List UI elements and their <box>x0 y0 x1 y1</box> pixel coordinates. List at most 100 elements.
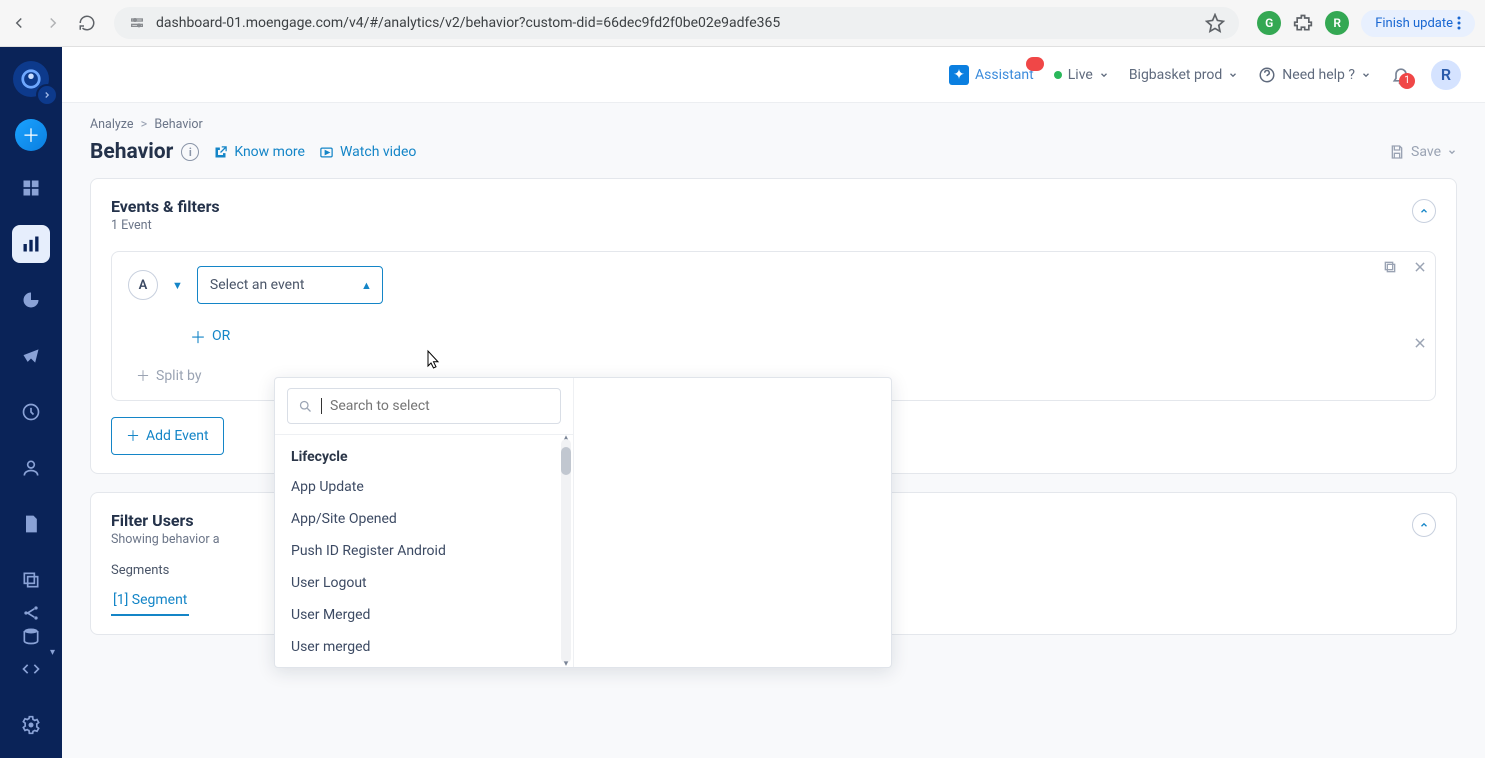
url-text: dashboard-01.moengage.com/v4/#/analytics… <box>156 15 1195 31</box>
brand-logo[interactable] <box>13 61 49 97</box>
breadcrumb-l2: Behavior <box>154 117 202 132</box>
dropdown-item[interactable]: Push ID Register Android <box>275 535 573 567</box>
workspace-label: Bigbasket prod <box>1129 67 1222 83</box>
external-link-icon <box>213 145 228 160</box>
main-content: ✦ Assistant Live Bigbasket prod Need hel… <box>62 47 1485 758</box>
save-label: Save <box>1411 144 1441 160</box>
dropdown-scrollbar[interactable]: ▴ ▾ <box>561 435 571 667</box>
assistant-label: Assistant <box>975 67 1034 83</box>
breadcrumb: Analyze > Behavior <box>90 117 1457 132</box>
site-settings-icon[interactable] <box>128 14 146 32</box>
info-icon[interactable]: i <box>181 143 199 161</box>
chevron-down-icon <box>1228 70 1238 80</box>
page-title: Behavior i <box>90 140 199 164</box>
sidebar-item-users[interactable] <box>12 449 50 487</box>
url-bar[interactable]: dashboard-01.moengage.com/v4/#/analytics… <box>114 7 1239 39</box>
dropdown-item[interactable]: User Merged <box>275 599 573 631</box>
dropdown-search-input[interactable] <box>287 388 561 424</box>
top-header: ✦ Assistant Live Bigbasket prod Need hel… <box>62 47 1485 103</box>
remove-event-icon[interactable] <box>1409 256 1431 278</box>
select-event-combobox[interactable]: Select an event ▲ <box>197 266 383 304</box>
assistant-icon: ✦ <box>949 65 969 85</box>
plus-icon: ＋ <box>190 324 206 348</box>
env-label: Live <box>1068 67 1093 83</box>
live-dot-icon <box>1054 71 1062 79</box>
forward-icon[interactable] <box>44 14 62 32</box>
dropdown-detail-panel <box>574 378 891 667</box>
add-event-button[interactable]: ＋ Add Event <box>111 417 224 455</box>
event-chip-caret[interactable]: ▼ <box>172 279 183 292</box>
select-event-placeholder: Select an event <box>210 277 305 293</box>
help-icon <box>1258 66 1276 84</box>
watch-video-link[interactable]: Watch video <box>319 144 416 160</box>
watch-video-label: Watch video <box>340 144 416 160</box>
copy-event-icon[interactable] <box>1379 256 1401 278</box>
chevron-down-icon <box>1447 147 1457 157</box>
need-help-label: Need help ? <box>1282 67 1355 83</box>
expand-sidebar-icon[interactable] <box>36 84 58 106</box>
sidebar-more-caret-icon[interactable]: ▾ <box>50 647 62 659</box>
segment-tab[interactable]: [1] Segment <box>111 586 189 616</box>
sidebar-item-settings[interactable] <box>12 706 50 744</box>
header-avatar[interactable]: R <box>1431 60 1461 90</box>
title-actions: Save <box>1389 144 1457 160</box>
event-dropdown: Lifecycle App Update App/Site Opened Pus… <box>274 377 892 668</box>
grammarly-icon[interactable]: G <box>1257 11 1281 35</box>
finish-update-label: Finish update <box>1375 16 1453 31</box>
events-card-title: Events & filters <box>111 197 1436 216</box>
chevron-down-icon <box>1361 70 1371 80</box>
bell-badge: 1 <box>1399 73 1415 89</box>
assistant-button[interactable]: ✦ Assistant <box>949 65 1034 85</box>
play-icon <box>319 145 334 160</box>
create-button[interactable]: ＋ <box>15 119 47 151</box>
event-letter-chip[interactable]: A <box>128 270 158 300</box>
or-button[interactable]: ＋ OR <box>190 324 230 348</box>
browser-right: G R Finish update <box>1257 10 1475 37</box>
dropdown-group-header: Lifecycle <box>275 445 573 471</box>
breadcrumb-l1[interactable]: Analyze <box>90 117 134 132</box>
title-row: Behavior i Know more Watch video Save <box>90 140 1457 164</box>
sidebar-item-developer[interactable] <box>12 650 50 688</box>
or-label: OR <box>212 328 230 344</box>
know-more-link[interactable]: Know more <box>213 144 305 160</box>
need-help-button[interactable]: Need help ? <box>1258 66 1371 84</box>
sidebar-item-content[interactable] <box>12 505 50 543</box>
chevron-down-icon <box>1099 70 1109 80</box>
dropdown-item[interactable]: App Update <box>275 471 573 503</box>
reload-icon[interactable] <box>78 14 96 32</box>
workspace-switcher[interactable]: Bigbasket prod <box>1129 67 1238 83</box>
dropdown-search-field[interactable] <box>330 398 550 414</box>
sidebar-item-segments[interactable] <box>12 281 50 319</box>
sidebar: ＋ ▾ <box>0 47 62 758</box>
split-label: Split by <box>156 368 201 384</box>
search-icon <box>298 399 313 414</box>
sidebar-item-dashboard[interactable] <box>12 169 50 207</box>
back-icon[interactable] <box>10 14 28 32</box>
scroll-down-arrow-icon[interactable]: ▾ <box>561 659 571 667</box>
plus-icon: ＋ <box>136 366 150 386</box>
events-card-subtitle: 1 Event <box>111 218 1436 233</box>
page-title-text: Behavior <box>90 140 173 164</box>
notifications-button[interactable]: 1 <box>1391 65 1411 85</box>
sidebar-item-campaigns[interactable] <box>12 337 50 375</box>
close-row-icon[interactable] <box>1409 332 1431 354</box>
sidebar-item-analytics[interactable] <box>12 225 50 263</box>
env-switcher[interactable]: Live <box>1054 67 1109 83</box>
plus-icon: ＋ <box>126 426 140 446</box>
know-more-label: Know more <box>234 144 305 160</box>
dropdown-item[interactable]: User merged <box>275 631 573 663</box>
bookmark-star-icon[interactable] <box>1205 13 1225 33</box>
assistant-new-badge <box>1026 57 1044 71</box>
sidebar-item-clock[interactable] <box>12 393 50 431</box>
dropdown-item[interactable]: User Logout <box>275 567 573 599</box>
finish-update-button[interactable]: Finish update <box>1361 10 1475 37</box>
profile-avatar-icon[interactable]: R <box>1325 11 1349 35</box>
dropdown-item[interactable]: App/Site Opened <box>275 503 573 535</box>
collapse-card-button[interactable] <box>1412 513 1436 537</box>
collapse-card-button[interactable] <box>1412 199 1436 223</box>
save-button[interactable]: Save <box>1389 144 1457 160</box>
split-by-button[interactable]: ＋ Split by <box>136 366 201 386</box>
sidebar-item-integrations[interactable] <box>12 594 50 632</box>
browser-chrome: dashboard-01.moengage.com/v4/#/analytics… <box>0 0 1485 47</box>
extensions-icon[interactable] <box>1293 13 1313 33</box>
